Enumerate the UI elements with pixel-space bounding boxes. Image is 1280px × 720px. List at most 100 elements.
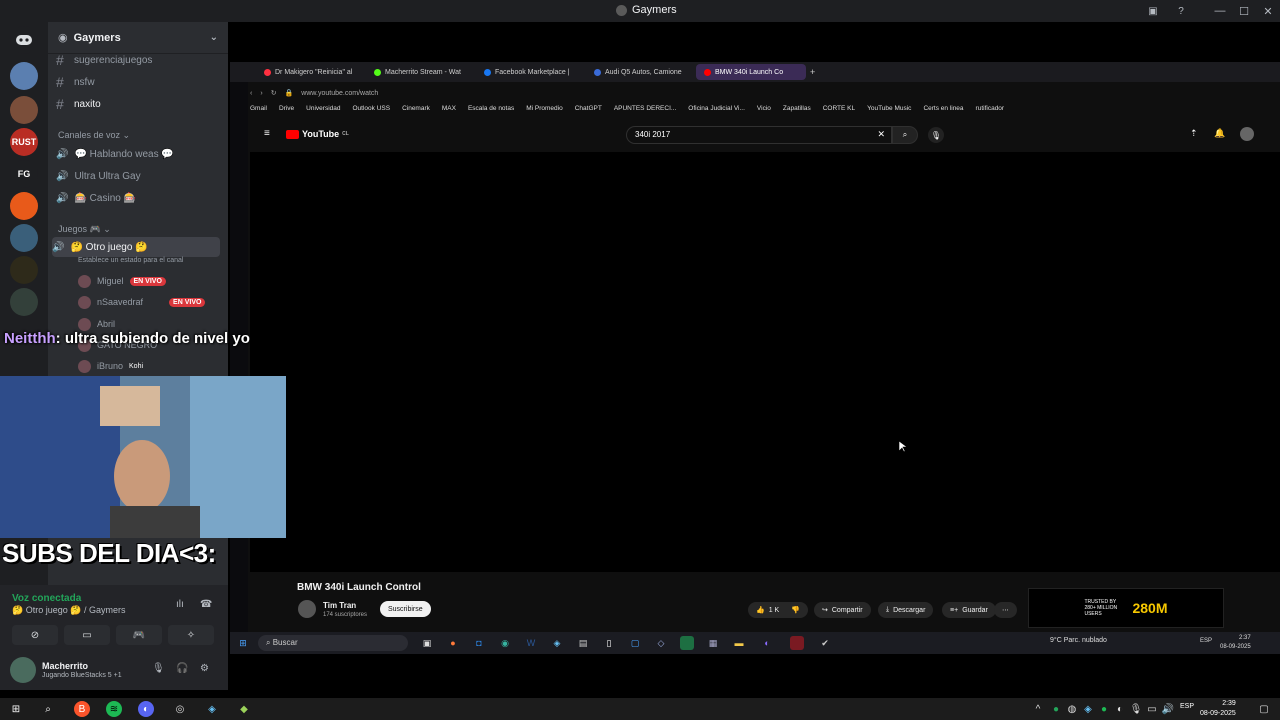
channel-nsfw[interactable]: # nsfw <box>56 72 95 92</box>
user-avatar[interactable] <box>10 657 36 683</box>
edge-icon[interactable]: ◉ <box>498 636 512 650</box>
tray-mic-icon[interactable]: 🎙 <box>1128 701 1144 717</box>
mic-icon[interactable]: 🎙 <box>152 663 165 674</box>
disconnect-icon[interactable]: ☎ <box>200 599 212 610</box>
outlook-icon[interactable]: ◘ <box>472 636 486 650</box>
bookmark[interactable]: Certs en linea <box>923 105 963 117</box>
windows-start-icon[interactable]: ⊞ <box>8 701 24 717</box>
search-icon[interactable]: ⌕ <box>40 701 56 717</box>
youtube-search-input[interactable]: 340i 2017 ✕ <box>626 126 892 144</box>
server-fg[interactable]: FG <box>10 160 38 188</box>
app-icon[interactable]: ◇ <box>654 636 668 650</box>
browser-tab-active[interactable]: BMW 340i Launch Co <box>696 64 806 80</box>
weather-widget[interactable]: 9°C Parc. nublado <box>1050 637 1107 644</box>
task-view-icon[interactable]: ▣ <box>420 636 434 650</box>
voice-channel-path[interactable]: 🤔 Otro juego 🤔 / Gaymers <box>12 605 125 616</box>
bookmark[interactable]: rutificador <box>976 105 1005 117</box>
forward-icon[interactable]: › <box>260 90 262 97</box>
tray-app-icon[interactable]: ● <box>1048 701 1064 717</box>
inbox-icon[interactable]: ▣ <box>1146 4 1160 18</box>
clear-icon[interactable]: ✕ <box>877 129 885 140</box>
noise-suppression-icon[interactable]: ılı <box>176 599 184 610</box>
bookmark[interactable]: Mi Promedio <box>526 105 562 117</box>
search-icon[interactable]: ⌕ <box>892 126 918 144</box>
ad-banner[interactable]: TRUSTED BY 280+ MILLION USERS 280M <box>1028 588 1224 628</box>
app-icon[interactable]: ✔ <box>818 636 832 650</box>
channel-name[interactable]: Tim Tran <box>323 601 356 610</box>
calculator-icon[interactable]: ▦ <box>706 636 720 650</box>
notifications-icon[interactable]: ▢ <box>1256 701 1272 717</box>
voice-channel-ultra[interactable]: 🔊 Ultra Ultra Gay <box>56 166 141 186</box>
server-avatar-2[interactable] <box>10 96 38 124</box>
back-icon[interactable]: ‹ <box>250 90 252 97</box>
spotify-icon[interactable]: ≋ <box>106 701 122 717</box>
voice-status[interactable]: Voz conectada <box>12 593 81 604</box>
server-rust[interactable]: RUST <box>10 128 38 156</box>
brave-icon[interactable]: B <box>74 701 90 717</box>
bluestacks-icon[interactable]: ◆ <box>236 701 252 717</box>
captured-clock[interactable]: 2:37 08-09-2025 <box>1220 634 1251 652</box>
share-button[interactable]: ↪ Compartir <box>814 602 871 618</box>
bell-icon[interactable]: 🔔 <box>1214 128 1225 139</box>
bookmark[interactable]: CORTE KL <box>823 105 855 117</box>
more-button[interactable]: ⋯ <box>994 602 1017 618</box>
tray-steam-icon[interactable]: ◈ <box>1080 701 1096 717</box>
user-name[interactable]: Macherrito <box>42 661 88 671</box>
voice-member[interactable]: nSaavedraf EN VIVO <box>78 293 206 311</box>
channel-sugerenciajuegos[interactable]: # sugerenciajuegos <box>56 50 152 70</box>
steam-icon[interactable]: ◈ <box>550 636 564 650</box>
upload-icon[interactable]: ⇡ <box>1190 128 1198 139</box>
tray-app-icon[interactable]: ◐ <box>1112 701 1128 717</box>
server-avatar-1[interactable] <box>10 62 38 90</box>
like-button[interactable]: 👍 1 K 👎 <box>748 602 808 618</box>
download-button[interactable]: ⤓ Descargar <box>878 602 934 618</box>
browser-tab[interactable]: Macherrito Stream - Wat <box>366 64 476 80</box>
captured-search-box[interactable]: ⌕ Buscar <box>258 635 408 651</box>
bookmark[interactable]: Cinemark <box>402 105 430 117</box>
bookmark[interactable]: Vicio <box>757 105 771 117</box>
gear-icon[interactable]: ⚙ <box>200 663 209 674</box>
video-player[interactable] <box>250 152 1280 572</box>
voice-channel-otro-juego[interactable]: 🔊 🤔 Otro juego 🤔 <box>52 237 220 257</box>
tray-volume-icon[interactable]: 🔊 <box>1160 701 1176 717</box>
voice-channel-hablando[interactable]: 🔊 💬 Hablando weas 💬 <box>56 144 174 164</box>
screen-share-button[interactable]: ▭ <box>64 625 110 645</box>
account-avatar[interactable] <box>1240 127 1254 141</box>
reload-icon[interactable]: ↻ <box>271 89 277 97</box>
windows-start-icon[interactable]: ⊞ <box>236 636 250 650</box>
server-avatar-3[interactable] <box>10 224 38 252</box>
channel-status[interactable]: Establece un estado para el canal <box>78 257 183 264</box>
bookmark[interactable]: APUNTES DERECI... <box>614 105 676 117</box>
minecraft-icon[interactable] <box>680 636 694 650</box>
category-games[interactable]: Juegos 🎮 ⌄ <box>58 224 111 235</box>
bookmark[interactable]: Universidad <box>306 105 340 117</box>
camera-off-button[interactable]: ⊘ <box>12 625 58 645</box>
server-avatar-4[interactable] <box>10 256 38 284</box>
browser-tab[interactable]: Facebook Marketplace | <box>476 64 586 80</box>
help-icon[interactable]: ? <box>1174 4 1188 18</box>
tray-app-icon[interactable]: ◍ <box>1064 701 1080 717</box>
app-icon[interactable] <box>790 636 804 650</box>
file-icon[interactable]: ▯ <box>602 636 616 650</box>
app-icon[interactable]: ● <box>446 636 460 650</box>
bookmark[interactable]: Gmail <box>250 105 267 117</box>
folder-icon[interactable]: ▬ <box>732 636 746 650</box>
bookmark[interactable]: Drive <box>279 105 294 117</box>
channel-avatar[interactable] <box>298 600 316 618</box>
thumbs-down-icon[interactable]: 👎 <box>791 606 800 614</box>
bookmark[interactable]: Escala de notas <box>468 105 514 117</box>
browser-tab[interactable]: Audi Q5 Autos, Camione <box>586 64 696 80</box>
bookmark[interactable]: Outlook USS <box>352 105 390 117</box>
minimize-button[interactable]: — <box>1208 0 1232 22</box>
soundboard-button[interactable]: ✧ <box>168 625 214 645</box>
app-icon[interactable]: ▢ <box>628 636 642 650</box>
close-button[interactable]: ✕ <box>1256 0 1280 22</box>
voice-member[interactable]: iBruno Kohi <box>78 357 143 375</box>
save-button[interactable]: ≡+ Guardar <box>942 602 996 618</box>
headphones-icon[interactable]: 🎧 <box>176 663 188 674</box>
bookmark[interactable]: MAX <box>442 105 456 117</box>
voice-member[interactable]: Miguel EN VIVO <box>78 272 166 290</box>
language-indicator[interactable]: ESP <box>1200 638 1212 644</box>
bookmark[interactable]: ChatGPT <box>575 105 602 117</box>
steam-icon[interactable]: ◈ <box>204 701 220 717</box>
